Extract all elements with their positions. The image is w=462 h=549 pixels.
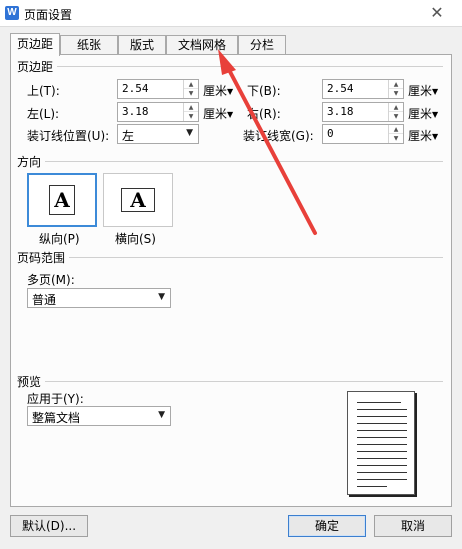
multiple-pages-dropdown[interactable]: 普通 ▼	[27, 288, 171, 308]
wps-app-icon: W	[5, 6, 19, 20]
top-margin-unit-dropdown[interactable]: 厘米▼	[203, 82, 233, 99]
preview-text-line	[357, 416, 407, 417]
right-margin-spinner[interactable]: 3.18 ▲ ▼	[322, 102, 404, 122]
caret-down-icon: ▼	[227, 87, 234, 96]
spin-down-icon[interactable]: ▼	[389, 134, 403, 143]
gutter-width-spinner[interactable]: 0 ▲ ▼	[322, 124, 404, 144]
preview-text-line	[357, 423, 407, 424]
right-margin-label: 右(R):	[247, 107, 281, 121]
preview-text-line	[357, 430, 407, 431]
gutter-width-label: 装订线宽(G):	[243, 129, 314, 143]
top-margin-value[interactable]: 2.54	[122, 82, 149, 95]
preview-text-line	[357, 437, 407, 438]
dropdown-arrow-icon: ▼	[158, 292, 165, 302]
orientation-divider	[45, 161, 443, 162]
tab-panel: 页边距 上(T): 2.54 ▲ ▼ 厘米▼ 下(B): 2.54 ▲ ▼ 厘米▼ …	[10, 54, 452, 507]
caret-down-icon: ▼	[432, 132, 439, 141]
page-range-divider	[69, 257, 443, 258]
preview-text-line	[357, 409, 407, 410]
tab-columns[interactable]: 分栏	[238, 35, 286, 55]
caret-down-icon: ▼	[432, 87, 439, 96]
preview-text-line	[357, 451, 407, 452]
spin-down-icon[interactable]: ▼	[389, 112, 403, 121]
landscape-page-icon: A	[121, 188, 155, 212]
page-range-section-title: 页码范围	[17, 251, 66, 265]
tab-margins[interactable]: 页边距	[10, 33, 60, 56]
apply-to-dropdown[interactable]: 整篇文档 ▼	[27, 406, 171, 426]
gutter-position-dropdown[interactable]: 左 ▼	[117, 124, 199, 144]
tab-layout[interactable]: 版式	[118, 35, 166, 55]
portrait-page-icon: A	[49, 185, 75, 215]
gutter-width-unit: 厘米	[408, 129, 433, 143]
bottom-margin-value[interactable]: 2.54	[327, 82, 354, 95]
spin-up-icon[interactable]: ▲	[389, 125, 403, 134]
spin-up-icon[interactable]: ▲	[389, 103, 403, 112]
close-button[interactable]: ✕	[422, 3, 452, 23]
right-margin-unit-dropdown[interactable]: 厘米▼	[408, 105, 438, 122]
top-margin-spinner[interactable]: 2.54 ▲ ▼	[117, 79, 199, 99]
margins-section-title: 页边距	[17, 60, 54, 74]
landscape-option[interactable]: A	[103, 173, 173, 227]
left-margin-spinner[interactable]: 3.18 ▲ ▼	[117, 102, 199, 122]
multiple-pages-value: 普通	[32, 293, 57, 307]
spin-up-icon[interactable]: ▲	[184, 103, 198, 112]
gutter-width-value[interactable]: 0	[327, 127, 334, 140]
right-margin-unit: 厘米	[408, 107, 433, 121]
ok-button[interactable]: 确定	[288, 515, 366, 537]
right-margin-value[interactable]: 3.18	[327, 105, 354, 118]
multiple-pages-label: 多页(M):	[27, 273, 75, 287]
gutter-position-label: 装订线位置(U):	[27, 129, 110, 143]
apply-to-value: 整篇文档	[32, 411, 81, 425]
bottom-margin-spinner[interactable]: 2.54 ▲ ▼	[322, 79, 404, 99]
preview-text-line	[357, 444, 407, 445]
apply-to-label: 应用于(Y):	[27, 392, 84, 406]
title-bar: W 页面设置 ✕	[0, 0, 462, 27]
orientation-section-title: 方向	[17, 155, 42, 169]
left-margin-label: 左(L):	[27, 107, 60, 121]
portrait-option[interactable]: A	[27, 173, 97, 227]
spin-down-icon[interactable]: ▼	[184, 89, 198, 98]
bottom-margin-label: 下(B):	[247, 84, 281, 98]
spin-down-icon[interactable]: ▼	[389, 89, 403, 98]
preview-text-line	[357, 402, 401, 403]
top-margin-label: 上(T):	[27, 84, 60, 98]
dropdown-arrow-icon: ▼	[186, 128, 193, 138]
page-preview-thumbnail	[347, 391, 415, 495]
portrait-label[interactable]: 纵向(P)	[39, 230, 80, 247]
left-margin-unit-dropdown[interactable]: 厘米▼	[203, 105, 233, 122]
bottom-margin-unit: 厘米	[408, 84, 433, 98]
preview-section-title: 预览	[17, 375, 42, 389]
margins-divider	[57, 66, 443, 67]
caret-down-icon: ▼	[227, 110, 234, 119]
spin-down-icon[interactable]: ▼	[184, 112, 198, 121]
preview-text-line	[357, 486, 387, 487]
preview-text-line	[357, 479, 407, 480]
top-margin-unit: 厘米	[203, 84, 228, 98]
preview-text-line	[357, 472, 407, 473]
preview-text-line	[357, 458, 407, 459]
gutter-width-unit-dropdown[interactable]: 厘米▼	[408, 127, 438, 144]
gutter-position-value: 左	[122, 129, 135, 143]
bottom-margin-unit-dropdown[interactable]: 厘米▼	[408, 82, 438, 99]
left-margin-value[interactable]: 3.18	[122, 105, 149, 118]
default-button[interactable]: 默认(D)...	[10, 515, 88, 537]
preview-divider	[45, 381, 443, 382]
caret-down-icon: ▼	[432, 110, 439, 119]
dialog-title: 页面设置	[24, 8, 73, 22]
tab-paper[interactable]: 纸张	[60, 35, 118, 55]
cancel-button[interactable]: 取消	[374, 515, 452, 537]
tab-document-grid[interactable]: 文档网格	[166, 35, 238, 55]
spin-up-icon[interactable]: ▲	[184, 80, 198, 89]
preview-text-line	[357, 465, 407, 466]
left-margin-unit: 厘米	[203, 107, 228, 121]
landscape-label[interactable]: 横向(S)	[115, 230, 156, 247]
dropdown-arrow-icon: ▼	[158, 410, 165, 420]
spin-up-icon[interactable]: ▲	[389, 80, 403, 89]
